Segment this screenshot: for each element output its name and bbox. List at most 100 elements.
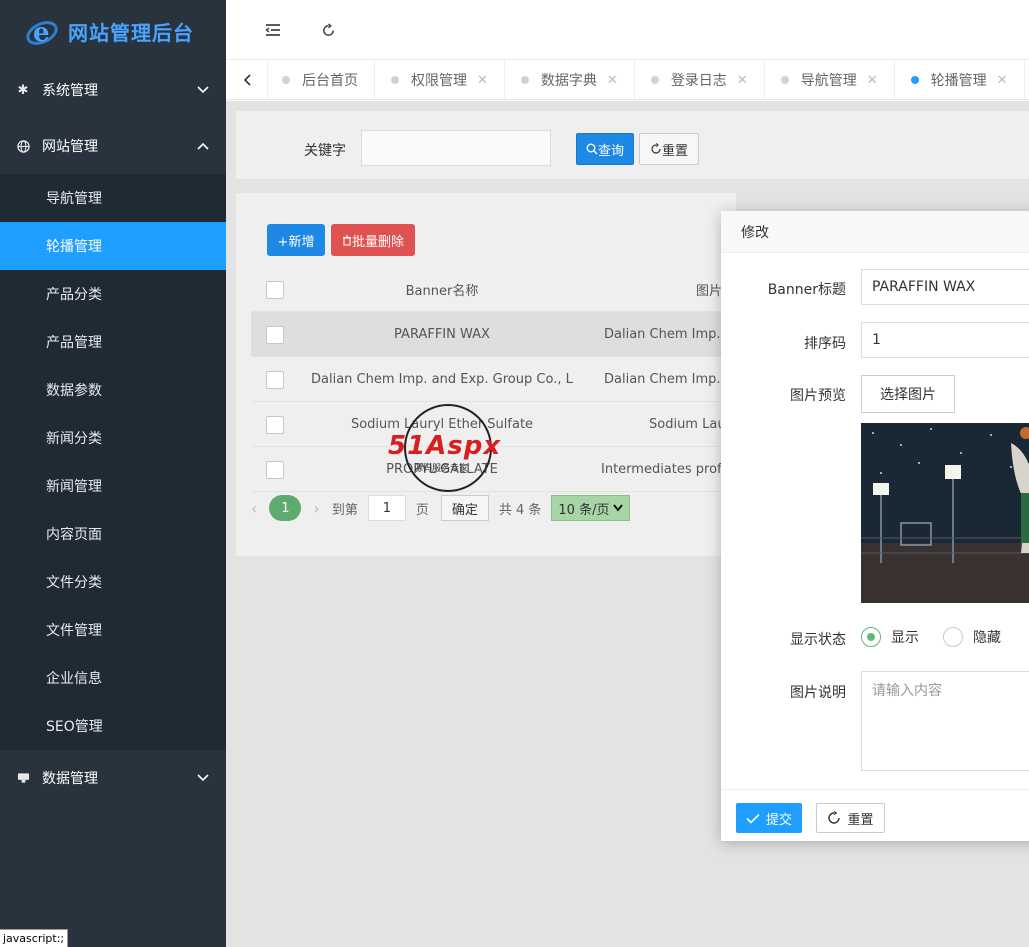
- sort-input[interactable]: 1: [861, 322, 1029, 358]
- tabs-scroll-left[interactable]: [226, 60, 268, 99]
- table-row[interactable]: PARAFFIN WAX Dalian Chem Imp. and Exp. G…: [251, 312, 754, 357]
- row-checkbox[interactable]: [266, 461, 284, 479]
- tab-label: 导航管理: [800, 73, 857, 89]
- page-size-select[interactable]: 10 条/页: [551, 495, 631, 521]
- batch-delete-button[interactable]: 批量删除: [331, 224, 415, 256]
- add-button[interactable]: +新增: [267, 224, 325, 256]
- tab-label: 轮播管理: [930, 73, 987, 89]
- banner-title-label: Banner标题: [767, 282, 846, 298]
- sidebar-item-data-params[interactable]: 数据参数: [0, 366, 226, 414]
- preview-label: 图片预览: [790, 388, 846, 404]
- page-size-label: 10 条/页: [558, 502, 610, 518]
- sidebar-item-news[interactable]: 新闻管理: [0, 462, 226, 510]
- prev-page-icon[interactable]: ‹: [251, 499, 257, 518]
- page-unit: 页: [415, 502, 429, 518]
- close-icon[interactable]: ✕: [997, 73, 1008, 88]
- select-all-checkbox[interactable]: [266, 281, 284, 299]
- tab-permissions[interactable]: 权限管理 ✕: [375, 60, 505, 99]
- status-show-label: 显示: [891, 630, 919, 646]
- tab-dictionary[interactable]: 数据字典 ✕: [505, 60, 635, 99]
- search-card: 关键字 查询 重置: [236, 111, 1029, 179]
- menu-toggle-icon[interactable]: [261, 18, 285, 42]
- sort-label: 排序码: [804, 336, 846, 352]
- submit-button[interactable]: 提交: [736, 803, 802, 833]
- reset-button[interactable]: 重置: [639, 133, 699, 165]
- goto-page-input[interactable]: 1: [367, 495, 406, 521]
- trash-icon: [342, 234, 351, 246]
- sidebar-item-product-category[interactable]: 产品分类: [0, 270, 226, 318]
- row-checkbox[interactable]: [266, 326, 284, 344]
- sidebar-item-company[interactable]: 企业信息: [0, 654, 226, 702]
- column-header-desc: 图片: [696, 283, 723, 299]
- goto-label: 到第: [331, 502, 358, 518]
- status-hide-radio[interactable]: 隐藏: [943, 627, 1001, 647]
- tab-dot-icon: [520, 76, 529, 84]
- keyword-input[interactable]: [361, 130, 551, 166]
- desc-label: 图片说明: [790, 685, 846, 701]
- tab-label: 登录日志: [670, 73, 727, 89]
- submenu-website: 导航管理 轮播管理 产品分类 产品管理 数据参数 新闻分类 新闻管理 内容页面 …: [0, 174, 226, 750]
- refresh-icon: [828, 811, 841, 824]
- tab-dot-icon: [650, 76, 659, 84]
- sidebar-item-content-page[interactable]: 内容页面: [0, 510, 226, 558]
- query-label: 查询: [597, 143, 624, 159]
- tab-banner[interactable]: 轮播管理 ✕: [895, 60, 1025, 99]
- gear-icon: ✱: [17, 82, 29, 98]
- sidebar-item-file[interactable]: 文件管理: [0, 606, 226, 654]
- cell-name: Dalian Chem Imp. and Exp. Group Co., Ltd…: [311, 371, 573, 387]
- tab-login-log[interactable]: 登录日志 ✕: [635, 60, 765, 99]
- next-page-icon[interactable]: ›: [313, 499, 319, 518]
- close-icon[interactable]: ✕: [737, 73, 748, 88]
- status-show-radio[interactable]: 显示: [861, 627, 919, 647]
- modal-footer: 提交 重置: [721, 789, 1029, 841]
- menu-group-system[interactable]: ✱ 系统管理: [0, 62, 226, 118]
- choose-image-button[interactable]: 选择图片: [861, 375, 955, 413]
- chevron-down-icon: [196, 83, 210, 97]
- tabs-bar: 后台首页 权限管理 ✕ 数据字典 ✕ 登录日志 ✕ 导航管理 ✕ 轮播管理 ✕: [226, 60, 1029, 100]
- banner-title-input[interactable]: PARAFFIN WAX: [861, 269, 1029, 305]
- current-page[interactable]: 1: [269, 495, 302, 521]
- query-button[interactable]: 查询: [576, 133, 634, 165]
- goto-confirm-button[interactable]: 确定: [440, 495, 489, 521]
- keyword-label: 关键字: [304, 143, 346, 159]
- tab-dot-icon: [282, 76, 290, 84]
- menu-group-data[interactable]: 数据管理: [0, 750, 226, 806]
- sidebar-item-product[interactable]: 产品管理: [0, 318, 226, 366]
- chevron-down-icon: [613, 504, 624, 512]
- globe-icon: [16, 139, 30, 153]
- chevron-up-icon: [196, 139, 210, 153]
- sidebar: e 网站管理后台 ✱ 系统管理 网站管理 导航管理 轮播管理 产品分类 产品管理…: [0, 0, 226, 947]
- tab-navigation[interactable]: 导航管理 ✕: [765, 60, 895, 99]
- menu-group-website[interactable]: 网站管理: [0, 118, 226, 174]
- tab-label: 后台首页: [302, 73, 358, 89]
- search-icon: [586, 143, 598, 155]
- tab-dot-icon: [780, 76, 789, 84]
- list-card: +新增 批量删除 Banner名称 图片 PARAFFIN WAX Dalian…: [236, 193, 799, 556]
- close-icon[interactable]: ✕: [477, 73, 488, 88]
- table-row[interactable]: Dalian Chem Imp. and Exp. Group Co., Ltd…: [251, 357, 754, 402]
- banner-preview-image: [861, 423, 1029, 603]
- chevron-left-icon: [243, 74, 251, 86]
- watermark-tagline: 源码服务专家: [414, 464, 469, 474]
- modal-reset-button[interactable]: 重置: [816, 803, 885, 833]
- sidebar-item-nav[interactable]: 导航管理: [0, 174, 226, 222]
- refresh-icon[interactable]: [316, 18, 340, 42]
- sidebar-item-seo[interactable]: SEO管理: [0, 702, 226, 750]
- menu-group-label: 数据管理: [42, 771, 98, 787]
- row-checkbox[interactable]: [266, 416, 284, 434]
- edit-modal: 修改 Banner标题 PARAFFIN WAX 排序码 1 图片预览 选择图片…: [721, 211, 1029, 841]
- sidebar-item-news-category[interactable]: 新闻分类: [0, 414, 226, 462]
- tab-home[interactable]: 后台首页: [268, 60, 375, 99]
- sidebar-item-banner[interactable]: 轮播管理: [0, 222, 226, 270]
- menu-group-label: 网站管理: [42, 139, 98, 155]
- close-icon[interactable]: ✕: [607, 73, 618, 88]
- logo-e-icon: e: [24, 13, 60, 49]
- tab-label: 数据字典: [540, 73, 597, 89]
- table-header: Banner名称 图片: [251, 267, 736, 312]
- desc-textarea[interactable]: 请输入内容: [861, 671, 1029, 771]
- sidebar-item-file-category[interactable]: 文件分类: [0, 558, 226, 606]
- logo[interactable]: e 网站管理后台: [0, 0, 226, 62]
- close-icon[interactable]: ✕: [867, 73, 878, 88]
- pagination: ‹ 1 › 到第 1 页 确定 共 4 条 10 条/页: [251, 493, 631, 523]
- row-checkbox[interactable]: [266, 371, 284, 389]
